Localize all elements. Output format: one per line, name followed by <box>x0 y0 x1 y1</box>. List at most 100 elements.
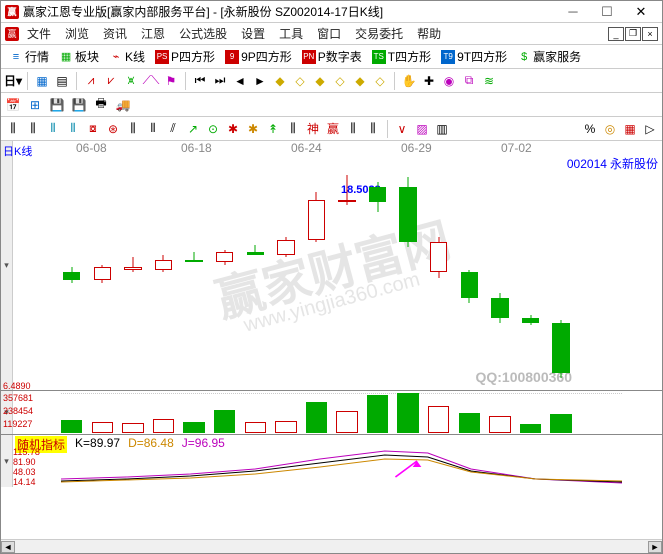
vol-ylabel: 6.4890 <box>3 381 31 391</box>
dt14-icon[interactable]: ↟ <box>265 121 281 137</box>
mdi-close-button[interactable]: × <box>642 27 658 41</box>
next-icon[interactable]: ► <box>252 73 268 89</box>
dt12-icon[interactable]: ✱ <box>225 121 241 137</box>
truck-icon[interactable]: 🚚 <box>115 97 131 113</box>
dt16-icon[interactable]: 神 <box>305 121 321 137</box>
save-icon[interactable]: 💾 <box>71 97 87 113</box>
menu-tools[interactable]: 工具 <box>273 23 309 44</box>
calc-icon[interactable]: ⊞ <box>27 97 43 113</box>
right-icon[interactable]: ▷ <box>642 121 658 137</box>
app-menu-icon[interactable]: 赢 <box>5 27 19 41</box>
cross-icon[interactable]: ✚ <box>421 73 437 89</box>
tb-9tsquare[interactable]: T99T四方形 <box>437 46 511 67</box>
menu-window[interactable]: 窗口 <box>311 23 347 44</box>
tb-psquare[interactable]: PSP四方形 <box>151 46 219 67</box>
calendar-icon[interactable]: 📅 <box>5 97 21 113</box>
dt7-icon[interactable]: ⫼ <box>125 121 141 137</box>
disk-icon[interactable]: 💾 <box>49 97 65 113</box>
tb-quote[interactable]: ≡行情 <box>5 46 53 67</box>
list-icon[interactable]: ▤ <box>54 73 70 89</box>
fork-icon[interactable]: ⟋⟍ <box>143 73 159 89</box>
tb-kline[interactable]: ⌁K线 <box>105 46 149 67</box>
grid2-icon[interactable]: ▦ <box>622 121 638 137</box>
dt17-icon[interactable]: 赢 <box>325 121 341 137</box>
diamond5-icon[interactable]: ◆ <box>352 73 368 89</box>
dt19-icon[interactable]: ⫼ <box>365 121 381 137</box>
dt21-icon[interactable]: ▨ <box>414 121 430 137</box>
close-button[interactable]: ✕ <box>624 2 658 22</box>
diamond4-icon[interactable]: ◇ <box>332 73 348 89</box>
dt18-icon[interactable]: ⫼ <box>345 121 361 137</box>
dt20-icon[interactable]: ∨ <box>394 121 410 137</box>
menu-browse[interactable]: 浏览 <box>59 23 95 44</box>
vol-ylabel: 238454 <box>3 406 33 416</box>
prev-icon[interactable]: ◄ <box>232 73 248 89</box>
dt6-icon[interactable]: ⊛ <box>105 121 121 137</box>
kdj-chart[interactable]: ▾ 随机指标 K=89.97 D=86.48 J=96.95 115.78 81… <box>1 435 662 487</box>
window-title: 赢家江恩专业版[赢家内部服务平台] - [永新股份 SZ002014-17日K线… <box>23 3 556 20</box>
ind-collapse-left[interactable]: ▾ <box>1 435 13 487</box>
print-icon[interactable]: 🖶 <box>93 97 109 113</box>
dt5-icon[interactable]: ⧇ <box>85 121 101 137</box>
dt9-icon[interactable]: ⫽ <box>165 121 181 137</box>
dt1-icon[interactable]: ⫼ <box>5 121 21 137</box>
menu-trade[interactable]: 交易委托 <box>349 23 409 44</box>
first-icon[interactable]: ⏮ <box>192 73 208 89</box>
mdi-restore-button[interactable]: ❐ <box>625 27 641 41</box>
maximize-button[interactable]: ☐ <box>590 2 624 22</box>
tb-9psquare[interactable]: 99P四方形 <box>221 46 296 67</box>
vol-ylabel: 357681 <box>3 393 33 403</box>
last-icon[interactable]: ⏭ <box>212 73 228 89</box>
period-day[interactable]: 日▾ <box>5 73 21 89</box>
menu-formula[interactable]: 公式选股 <box>173 23 233 44</box>
target-icon[interactable]: ◉ <box>441 73 457 89</box>
wave2-icon[interactable]: ⩗ <box>103 73 119 89</box>
tb-service[interactable]: $赢家服务 <box>513 46 585 67</box>
menu-file[interactable]: 文件 <box>21 23 57 44</box>
diamond3-icon[interactable]: ◆ <box>312 73 328 89</box>
percent-icon[interactable]: % <box>582 121 598 137</box>
mdi-minimize-button[interactable]: _ <box>608 27 624 41</box>
ring-icon[interactable]: ◎ <box>602 121 618 137</box>
dt2-icon[interactable]: ⫼ <box>25 121 41 137</box>
x-axis: 06-08 06-18 06-24 06-29 07-02 <box>1 141 662 155</box>
volume-chart[interactable]: ▾ 6.4890 357681 238454 119227 <box>1 391 662 435</box>
kline-chart[interactable]: ▾ 日K线 06-08 06-18 06-24 06-29 07-02 0020… <box>1 141 662 391</box>
dt11-icon[interactable]: ⊙ <box>205 121 221 137</box>
flag-icon[interactable]: ⚑ <box>163 73 179 89</box>
wave1-icon[interactable]: ⩘ <box>83 73 99 89</box>
dt22-icon[interactable]: ▥ <box>434 121 450 137</box>
diamond6-icon[interactable]: ◇ <box>372 73 388 89</box>
kdj-ylabel: 115.78 <box>13 447 40 457</box>
menu-help[interactable]: 帮助 <box>411 23 447 44</box>
toolbar-draw: ⫼ ⫼ ⫴ ⫴ ⧇ ⊛ ⫼ ⫴ ⫽ ↗ ⊙ ✱ ✱ ↟ ⫼ 神 赢 ⫼ ⫼ ∨ … <box>1 117 662 141</box>
scroll-right-button[interactable]: ► <box>648 541 662 553</box>
minimize-button[interactable]: ─ <box>556 2 590 22</box>
dt8-icon[interactable]: ⫴ <box>145 121 161 137</box>
dt3-icon[interactable]: ⫴ <box>45 121 61 137</box>
grid-icon[interactable]: ▦ <box>34 73 50 89</box>
dt15-icon[interactable]: ⫼ <box>285 121 301 137</box>
hand-icon[interactable]: ✋ <box>401 73 417 89</box>
menu-news[interactable]: 资讯 <box>97 23 133 44</box>
menu-gann[interactable]: 江恩 <box>135 23 171 44</box>
dt10-icon[interactable]: ↗ <box>185 121 201 137</box>
tb-pnumber[interactable]: PNP数字表 <box>298 46 366 67</box>
link-icon[interactable]: ⧉ <box>461 73 477 89</box>
dt13-icon[interactable]: ✱ <box>245 121 261 137</box>
menu-settings[interactable]: 设置 <box>235 23 271 44</box>
candle-container <box>61 161 622 388</box>
scroll-left-button[interactable]: ◄ <box>1 541 15 553</box>
diamond1-icon[interactable]: ◆ <box>272 73 288 89</box>
tb-tsquare[interactable]: TST四方形 <box>368 46 435 67</box>
more-icon[interactable]: ≋ <box>481 73 497 89</box>
diamond2-icon[interactable]: ◇ <box>292 73 308 89</box>
chart-collapse-left[interactable]: ▾ <box>1 141 13 390</box>
dt4-icon[interactable]: ⫴ <box>65 121 81 137</box>
kdj-ylabel: 81.90 <box>13 457 36 467</box>
toolbar-io: 📅 ⊞ 💾 💾 🖶 🚚 <box>1 93 662 117</box>
scrollbar-horizontal[interactable]: ◄ ► <box>1 539 662 553</box>
tb-sector[interactable]: ▦板块 <box>55 46 103 67</box>
wave3-icon[interactable]: ⩙ <box>123 73 139 89</box>
menu-bar: 赢 文件 浏览 资讯 江恩 公式选股 设置 工具 窗口 交易委托 帮助 _ ❐ … <box>1 23 662 45</box>
